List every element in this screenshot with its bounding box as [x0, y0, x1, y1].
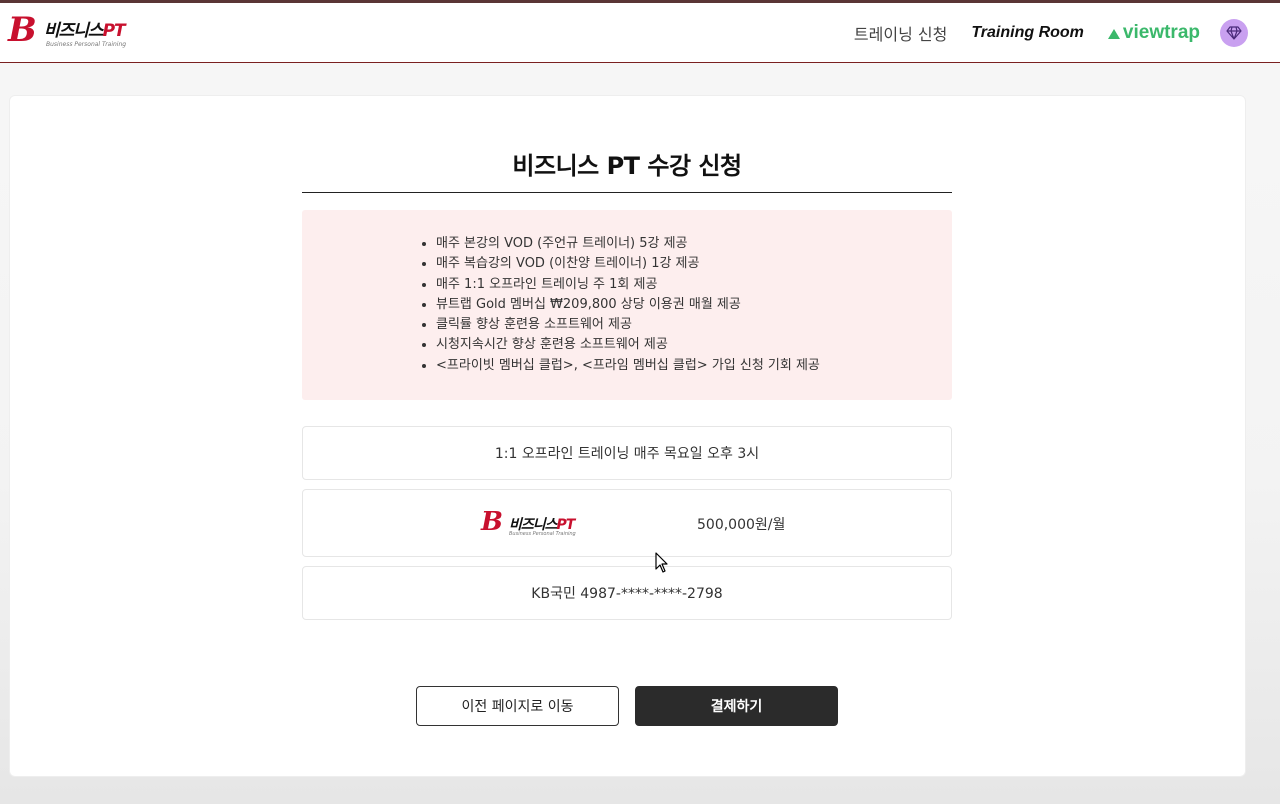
logo-subtitle: Business Personal Training [509, 531, 576, 537]
benefit-item: 뷰트랩 Gold 멤버십 ₩209,800 상당 이용권 매월 제공 [436, 295, 820, 315]
logo-name: 비즈니스 [44, 21, 104, 41]
product-box: B 비즈니스PT Business Personal Training 500,… [302, 489, 952, 557]
benefit-item: 클릭률 향상 훈련용 소프트웨어 제공 [436, 315, 820, 335]
benefit-item: 매주 본강의 VOD (주언규 트레이너) 5강 제공 [436, 234, 820, 254]
page-title: 비즈니스 PT 수강 신청 [512, 152, 742, 180]
prev-page-button[interactable]: 이전 페이지로 이동 [416, 686, 619, 726]
product-price: 500,000원/월 [697, 517, 786, 533]
payment-card-text: KB국민 4987-****-****-2798 [531, 586, 723, 602]
viewtrap-label: viewtrap [1122, 22, 1200, 43]
benefit-item: 시청지속시간 향상 훈련용 소프트웨어 제공 [436, 335, 820, 355]
logo-mark: B [481, 507, 503, 537]
nav-training-room[interactable]: Training Room [971, 24, 1084, 42]
benefits-box: 매주 본강의 VOD (주언규 트레이너) 5강 제공 매주 복습강의 VOD … [302, 210, 952, 400]
gem-icon [1226, 26, 1242, 40]
membership-button[interactable] [1220, 19, 1248, 47]
schedule-text: 1:1 오프라인 트레이닝 매주 목요일 오후 3시 [494, 446, 760, 462]
benefit-item: 매주 1:1 오프라인 트레이닝 주 1회 제공 [436, 275, 820, 295]
nav-training-apply[interactable]: 트레이닝 신청 [854, 21, 947, 45]
title-divider [302, 192, 952, 193]
logo-pt: PT [102, 21, 126, 41]
nav-viewtrap[interactable]: viewtrap [1107, 22, 1200, 44]
benefits-list: 매주 본강의 VOD (주언규 트레이너) 5강 제공 매주 복습강의 VOD … [436, 234, 820, 376]
site-header: B 비즈니스PT Business Personal Training 트레이닝… [0, 3, 1280, 63]
logo-text: 비즈니스PT [44, 21, 126, 41]
main-nav: 트레이닝 신청 Training Room viewtrap [854, 17, 1248, 49]
schedule-box: 1:1 오프라인 트레이닝 매주 목요일 오후 3시 [302, 426, 952, 480]
viewtrap-triangle-icon [1107, 29, 1120, 39]
product-logo: B 비즈니스PT Business Personal Training [481, 508, 591, 540]
brand-logo[interactable]: B 비즈니스PT Business Personal Training [8, 11, 133, 53]
benefit-item: <프라이빗 멤버십 클럽>, <프라임 멤버십 클럽> 가입 신청 기회 제공 [436, 356, 820, 376]
pay-button[interactable]: 결제하기 [635, 686, 838, 726]
payment-card-box[interactable]: KB국민 4987-****-****-2798 [302, 566, 952, 620]
logo-mark: B [8, 10, 37, 50]
logo-subtitle: Business Personal Training [46, 41, 127, 48]
benefit-item: 매주 복습강의 VOD (이찬양 트레이너) 1강 제공 [436, 254, 820, 274]
mouse-cursor-icon [655, 552, 668, 573]
